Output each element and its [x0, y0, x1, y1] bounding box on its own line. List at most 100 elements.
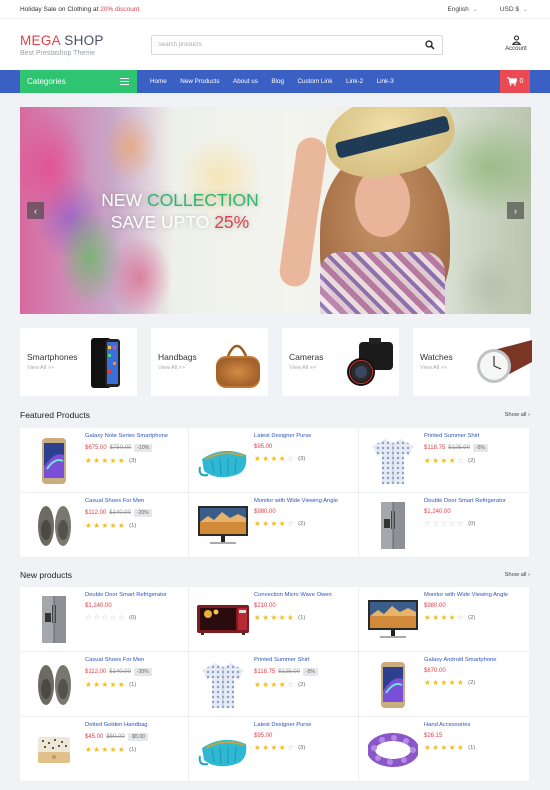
product-card[interactable]: Casual Shoes For Men $112.00 $140.00 -20% ★ ★…: [20, 652, 189, 717]
shoes-icon[interactable]: [26, 658, 81, 711]
product-rating: ★ ★ ★ ★ ★ (1): [85, 522, 184, 530]
hero-slider[interactable]: NEW COLLECTION SAVE UPTO 25% ‹ ›: [20, 107, 531, 314]
product-name[interactable]: Hand Accessories: [424, 722, 525, 728]
language-selector[interactable]: English ⌄: [447, 6, 477, 13]
product-name[interactable]: Galaxy Android Smartphone: [424, 657, 525, 663]
star-filled-icon: ★: [254, 519, 261, 528]
product-card[interactable]: Convection Micro Wave Owen $210.00 ★ ★ ★ ★ ★ (1…: [189, 587, 359, 652]
shirt-icon[interactable]: [195, 658, 250, 711]
new-products-grid: Double Door Smart Refrigerator $1,240.00 ☆…: [20, 587, 529, 782]
product-name[interactable]: Convection Micro Wave Owen: [254, 592, 354, 598]
category-card-cameras[interactable]: Cameras View All >>: [282, 328, 399, 396]
product-name[interactable]: Latest Designer Purse: [254, 433, 354, 439]
product-name[interactable]: Double Door Smart Refrigerator: [424, 498, 525, 504]
product-card[interactable]: Printed Summer Shirt $118.75 $125.00 -5% ★ ★ ★…: [359, 428, 529, 493]
slider-next-button[interactable]: ›: [507, 202, 524, 219]
product-card[interactable]: Monitor with Wide Viewing Angle $980.00 ★ ★…: [359, 587, 529, 652]
review-count: (2): [468, 615, 476, 621]
purse-icon[interactable]: [195, 434, 250, 487]
nav-link-link-2[interactable]: Link-2: [346, 78, 363, 85]
product-name[interactable]: Casual Shoes For Men: [85, 657, 184, 663]
discount-badge: -20%: [133, 668, 152, 676]
product-rating: ★ ★ ★ ★ ☆ (3): [254, 455, 354, 463]
featured-show-all-link[interactable]: Show all ›: [505, 412, 530, 418]
nav-link-blog[interactable]: Blog: [271, 78, 284, 85]
purse-icon[interactable]: [195, 723, 250, 776]
logo-shop: SHOP: [60, 32, 104, 48]
product-price: $1,240.00: [85, 603, 112, 609]
fridge-icon[interactable]: [365, 499, 420, 552]
product-name[interactable]: Printed Summer Shirt: [254, 657, 354, 663]
product-name[interactable]: Printed Summer Shirt: [424, 433, 525, 439]
nav-link-home[interactable]: Home: [150, 78, 167, 85]
discount-badge: -$5.00: [127, 733, 148, 741]
star-filled-icon: ★: [270, 743, 278, 752]
top-bar: Holiday Sale on Clothing at 20% discount…: [0, 0, 550, 19]
discount-badge: -5%: [302, 668, 318, 676]
product-name[interactable]: Galaxy Note Series Smartphone: [85, 433, 184, 439]
product-price: $95.00: [254, 733, 273, 739]
product-card[interactable]: Casual Shoes For Men $112.00 $140.00 -20% ★ ★…: [20, 493, 189, 558]
product-card[interactable]: Hand Accessories $26.15 ★ ★ ★ ★ ★ (1): [359, 717, 529, 782]
category-card-watches[interactable]: Watches View All >>: [413, 328, 532, 396]
product-card[interactable]: Dotted Golden Handbag $45.00 $50.00 -$5.00 ★…: [20, 717, 189, 782]
nav-link-about-us[interactable]: About us: [233, 78, 258, 85]
search-input[interactable]: [158, 42, 424, 48]
currency-selector[interactable]: USD $ ⌄: [500, 6, 528, 13]
product-card[interactable]: Double Door Smart Refrigerator $1,240.00 ☆…: [359, 493, 529, 558]
nav-link-custom-link[interactable]: Custom Link: [297, 78, 332, 85]
cart-button[interactable]: 0: [500, 70, 530, 93]
new-products-show-all-link[interactable]: Show all ›: [505, 572, 530, 578]
fridge-icon[interactable]: [26, 593, 81, 646]
smartphone-icon[interactable]: [365, 658, 420, 711]
product-prices: $670.00: [424, 668, 525, 674]
category-card-smartphones[interactable]: Smartphones View All >>: [20, 328, 137, 396]
product-name[interactable]: Monitor with Wide Viewing Angle: [424, 592, 525, 598]
product-prices: $980.00: [254, 509, 354, 515]
smartphone-icon[interactable]: [26, 434, 81, 487]
category-title: Watches: [420, 352, 453, 362]
monitor-icon[interactable]: [365, 593, 420, 646]
search-icon[interactable]: [424, 39, 436, 51]
chevron-down-icon: ⌄: [472, 6, 478, 13]
view-all-link[interactable]: View All >>: [27, 365, 54, 371]
product-name[interactable]: Double Door Smart Refrigerator: [85, 592, 184, 598]
star-filled-icon: ★: [440, 613, 448, 622]
cart-icon: [506, 77, 517, 86]
star-filled-icon: ★: [254, 680, 261, 689]
product-card[interactable]: Latest Designer Purse $95.00 ★ ★ ★ ★ ☆ (3): [189, 428, 359, 493]
product-card[interactable]: Latest Designer Purse $95.00 ★ ★ ★ ★ ☆ (3): [189, 717, 359, 782]
category-card-handbags[interactable]: Handbags View All >>: [151, 328, 268, 396]
product-card[interactable]: Galaxy Android Smartphone $670.00 ★ ★ ★ ★ ★ (2): [359, 652, 529, 717]
product-name[interactable]: Monitor with Wide Viewing Angle: [254, 498, 354, 504]
view-all-link[interactable]: View All >>: [158, 365, 185, 371]
shoes-icon[interactable]: [26, 499, 81, 552]
product-name[interactable]: Latest Designer Purse: [254, 722, 354, 728]
product-card[interactable]: Printed Summer Shirt $118.75 $125.00 -5% ★ ★ ★…: [189, 652, 359, 717]
product-price: $118.75: [254, 669, 276, 675]
product-name[interactable]: Casual Shoes For Men: [85, 498, 184, 504]
view-all-link[interactable]: View All >>: [289, 365, 316, 371]
view-all-link[interactable]: View All >>: [420, 365, 447, 371]
chevron-right-icon: ›: [514, 205, 517, 216]
review-count: (1): [129, 747, 137, 753]
bracelet-icon[interactable]: [365, 723, 420, 776]
logo[interactable]: MEGA SHOP Best Prestashop Theme: [20, 33, 150, 57]
microwave-icon[interactable]: [195, 593, 250, 646]
product-rating: ★ ★ ★ ★ ☆ (2): [254, 520, 354, 528]
slider-prev-button[interactable]: ‹: [27, 202, 44, 219]
nav-link-link-3[interactable]: Link-3: [377, 78, 394, 85]
golden-handbag-icon[interactable]: [26, 723, 81, 776]
product-card[interactable]: Galaxy Note Series Smartphone $675.00 $750…: [20, 428, 189, 493]
product-card[interactable]: Double Door Smart Refrigerator $1,240.00 ☆…: [20, 587, 189, 652]
nav-link-new-products[interactable]: New Products: [180, 78, 219, 85]
account-button[interactable]: Account: [501, 35, 531, 52]
product-card[interactable]: Monitor with Wide Viewing Angle $980.00 ★ ★…: [189, 493, 359, 558]
shirt-icon[interactable]: [365, 434, 420, 487]
categories-menu-button[interactable]: Categories: [20, 70, 137, 93]
star-empty-icon: ☆: [448, 519, 456, 528]
review-count: (2): [468, 458, 476, 464]
review-count: (3): [298, 745, 306, 751]
product-name[interactable]: Dotted Golden Handbag: [85, 722, 184, 728]
monitor-icon[interactable]: [195, 499, 250, 552]
